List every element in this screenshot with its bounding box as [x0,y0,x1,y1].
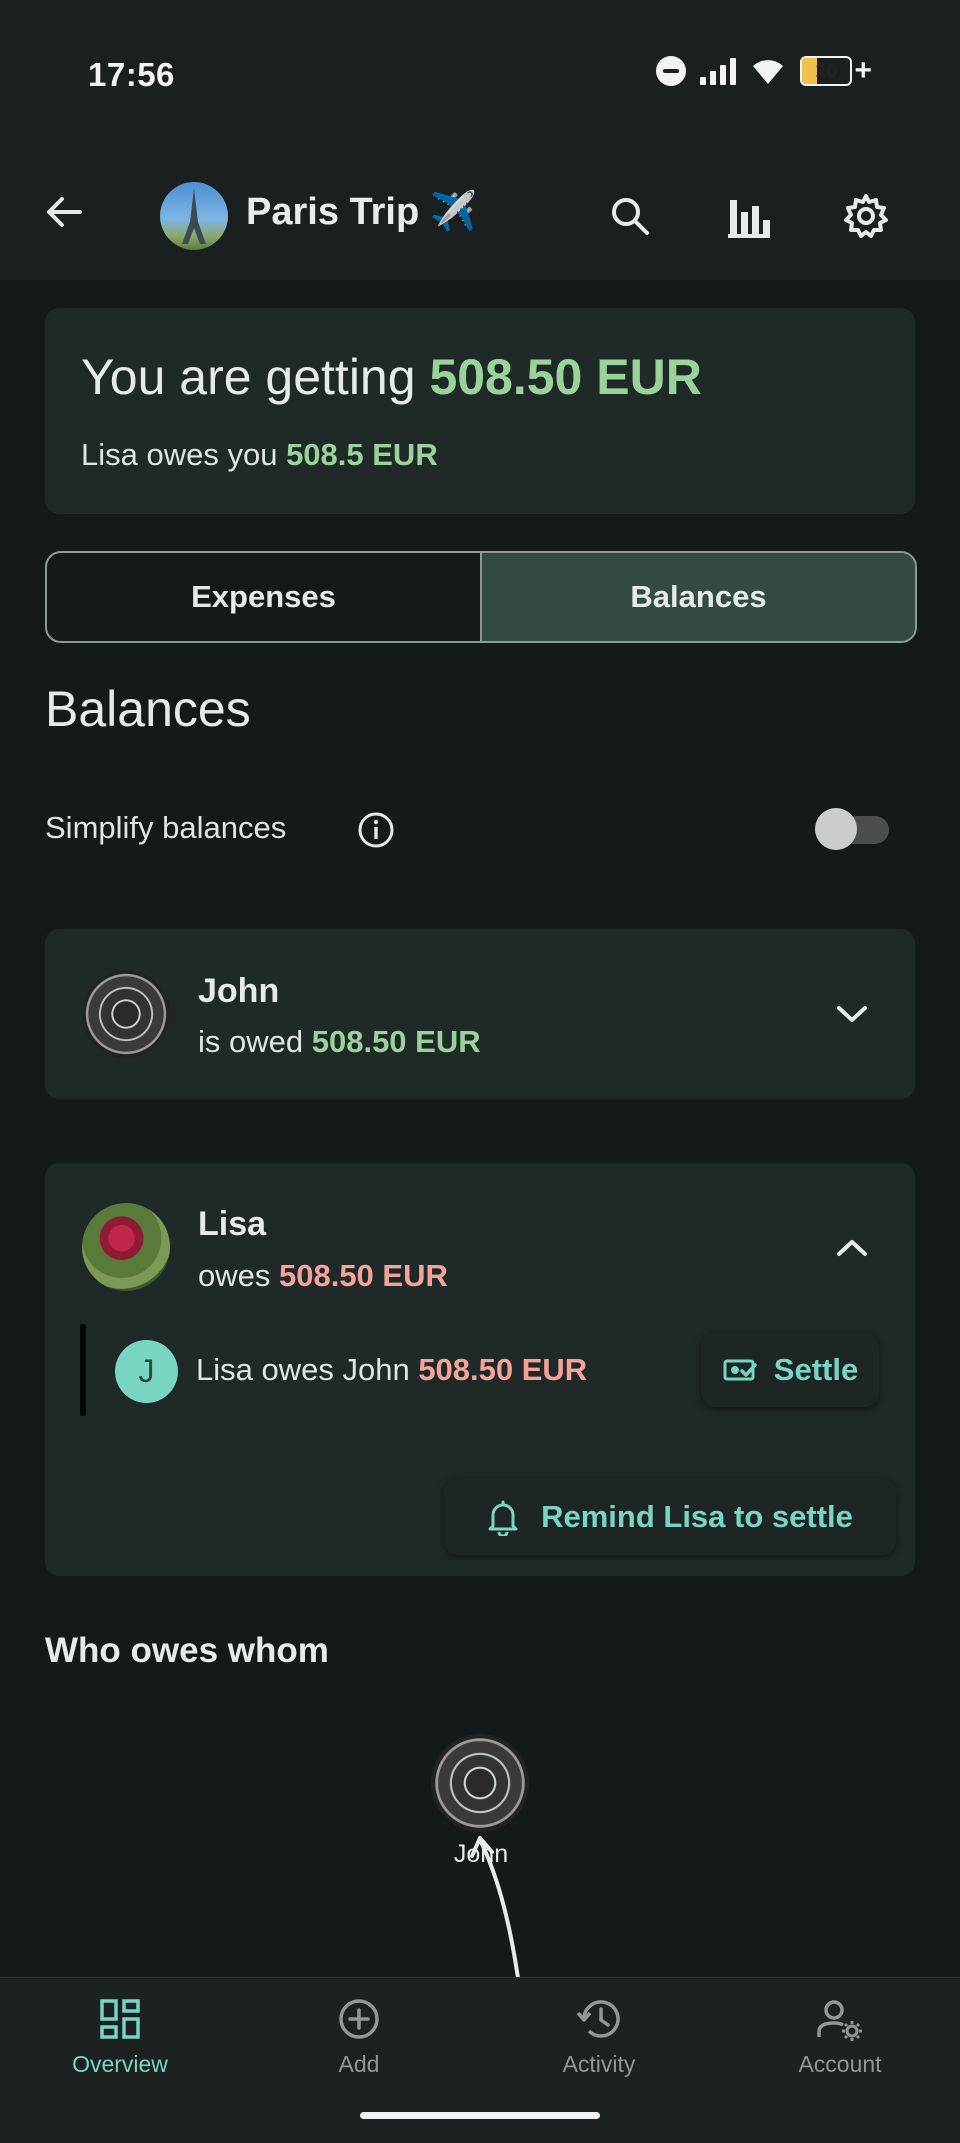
view-tabs: Expenses Balances [45,551,917,643]
balance-status: is owed [198,1024,312,1059]
nav-label: Activity [562,2051,636,2077]
avatar-john [82,970,170,1058]
bar-chart-icon [728,200,770,238]
settle-label: Settle [773,1352,859,1387]
app-bar [0,150,960,280]
summary-subline: Lisa owes you 508.5 EUR [81,437,438,473]
status-time: 17:56 [88,56,175,93]
account-settings-icon [816,1995,864,2043]
balance-amount: 508.50 EUR [278,1258,448,1293]
info-button[interactable] [356,810,396,850]
person-balance: owes 508.50 EUR [198,1258,448,1294]
balance-card-john[interactable] [45,929,915,1099]
nav-label: Overview [72,2051,168,2077]
gear-icon [844,194,888,238]
search-icon [612,198,649,235]
balances-title: Balances [45,681,251,737]
wifi-icon [753,60,784,84]
graph-node-avatar [431,1734,529,1832]
summary-sub-prefix: Lisa owes you [81,437,287,472]
grid-icon [96,1995,144,2043]
plus-circle-icon [335,1995,383,2043]
debt-amount: 508.50 EUR [418,1352,588,1387]
battery-level: 10 [815,60,838,82]
status-icons: 10 + [656,54,872,88]
tab-balances[interactable]: Balances [482,553,915,641]
statistics-button[interactable] [718,186,778,246]
nav-label: Add [338,2051,380,2077]
who-owes-whom-title: Who owes whom [45,1631,329,1670]
person-name: Lisa [198,1205,267,1243]
arrow-back-icon [47,197,82,227]
summary-sub-amount: 508.5 EUR [286,437,438,472]
person-balance: is owed 508.50 EUR [198,1024,481,1060]
bell-icon [488,1500,518,1536]
nav-label: Account [798,2051,882,2077]
summary-prefix: You are getting [81,349,430,405]
expand-button[interactable] [830,992,874,1036]
payment-check-icon [723,1359,757,1381]
avatar-initial: J [115,1340,178,1403]
do-not-disturb-icon [656,56,687,86]
back-button[interactable] [38,186,90,238]
battery-icon: 10 + [800,54,872,88]
settle-button[interactable]: Settle [701,1333,879,1407]
summary-amount: 508.50 EUR [429,349,702,405]
chevron-up-icon [837,1240,867,1256]
eiffel-tower-icon [182,188,206,244]
nav-account[interactable]: Account [740,1995,940,2078]
home-indicator[interactable] [360,2112,600,2119]
info-icon [358,812,394,848]
debt-text: Lisa owes John [196,1352,419,1387]
remind-button[interactable]: Remind Lisa to settle [444,1479,896,1555]
tab-expenses[interactable]: Expenses [47,553,480,641]
summary-card [45,308,915,514]
simplify-toggle[interactable] [815,808,891,850]
simplify-label: Simplify balances [45,810,287,845]
history-icon [575,1995,623,2043]
chevron-down-icon [837,1006,867,1022]
collapse-button[interactable] [830,1226,874,1270]
debt-line: Lisa owes John 508.50 EUR [196,1352,587,1388]
nav-overview[interactable]: Overview [20,1995,220,2078]
balance-amount: 508.50 EUR [311,1024,481,1059]
debt-indicator [80,1324,86,1416]
person-name: John [198,972,280,1010]
group-title[interactable]: Paris Trip ✈️ [246,190,477,234]
remind-label: Remind Lisa to settle [541,1499,853,1534]
settings-button[interactable] [836,186,896,246]
search-button[interactable] [600,186,660,246]
summary-headline: You are getting 508.50 EUR [81,348,702,406]
group-avatar[interactable] [160,182,228,250]
avatar-lisa [82,1203,170,1291]
nav-activity[interactable]: Activity [499,1995,699,2078]
nav-add[interactable]: Add [259,1995,459,2078]
signal-icon [700,57,737,85]
balance-status: owes [198,1258,279,1293]
graph-edge-arrow [470,1836,520,1979]
